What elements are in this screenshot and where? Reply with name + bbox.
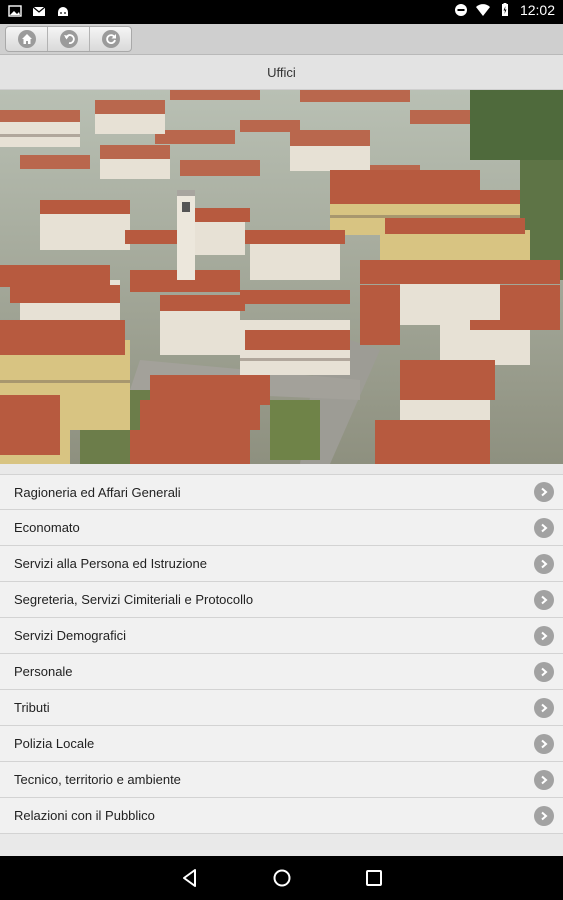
list-item-servizi-persona[interactable]: Servizi alla Persona ed Istruzione [0, 546, 563, 582]
list-item-personale[interactable]: Personale [0, 654, 563, 690]
toolbar [0, 24, 563, 55]
town-aerial-photo [0, 90, 563, 464]
list-item-demografici[interactable]: Servizi Demografici [0, 618, 563, 654]
offices-list: Ragioneria ed Affari Generali Economato … [0, 474, 563, 834]
list-item-economato[interactable]: Economato [0, 510, 563, 546]
image-icon [8, 5, 22, 17]
chevron-right-icon [534, 517, 554, 538]
list-item-label: Tecnico, territorio e ambiente [14, 772, 181, 787]
android-icon [58, 7, 68, 16]
refresh-icon [101, 30, 120, 48]
home-icon [17, 30, 36, 48]
battery-icon [501, 3, 508, 16]
toolbar-button-group [5, 26, 132, 52]
home-button[interactable] [6, 27, 48, 51]
chevron-right-icon [534, 769, 554, 790]
mail-icon [32, 6, 46, 16]
list-item-segreteria[interactable]: Segreteria, Servizi Cimiteriali e Protoc… [0, 582, 563, 618]
list-item-tributi[interactable]: Tributi [0, 690, 563, 726]
list-item-label: Ragioneria ed Affari Generali [14, 484, 181, 500]
list-item-label: Tributi [14, 700, 50, 715]
chevron-right-icon [534, 661, 554, 682]
recents-square-icon[interactable] [364, 868, 384, 888]
page-title: Uffici [0, 55, 563, 90]
chevron-right-icon [534, 625, 554, 646]
list-item-tecnico[interactable]: Tecnico, territorio e ambiente [0, 762, 563, 798]
list-item-label: Polizia Locale [14, 736, 95, 751]
list-item-label: Servizi Demografici [14, 628, 126, 643]
clock: 12:02 [519, 2, 555, 18]
do-not-disturb-icon [454, 4, 467, 16]
back-icon [59, 30, 78, 48]
list-item-label: Segreteria, Servizi Cimiteriali e Protoc… [14, 592, 254, 607]
chevron-right-icon [534, 553, 554, 574]
chevron-right-icon [534, 589, 554, 610]
navigation-bar [0, 856, 563, 900]
back-button[interactable] [48, 27, 90, 51]
list-item-label: Servizi alla Persona ed Istruzione [14, 556, 207, 571]
list-item-label: Economato [14, 520, 80, 535]
chevron-right-icon [534, 697, 554, 718]
wifi-icon [475, 4, 490, 16]
refresh-button[interactable] [90, 27, 131, 51]
back-triangle-icon[interactable] [180, 868, 200, 888]
list-item-label: Relazioni con il Pubblico [14, 808, 155, 823]
chevron-right-icon [534, 733, 554, 754]
status-bar: 12:02 [0, 0, 563, 24]
home-circle-icon[interactable] [272, 868, 292, 888]
chevron-right-icon [534, 805, 554, 826]
list-item-relazioni-pubblico[interactable]: Relazioni con il Pubblico [0, 798, 563, 834]
list-item-ragioneria[interactable]: Ragioneria ed Affari Generali [0, 474, 563, 510]
list-item-label: Personale [14, 664, 73, 679]
chevron-right-icon [534, 482, 554, 502]
list-item-polizia-locale[interactable]: Polizia Locale [0, 726, 563, 762]
